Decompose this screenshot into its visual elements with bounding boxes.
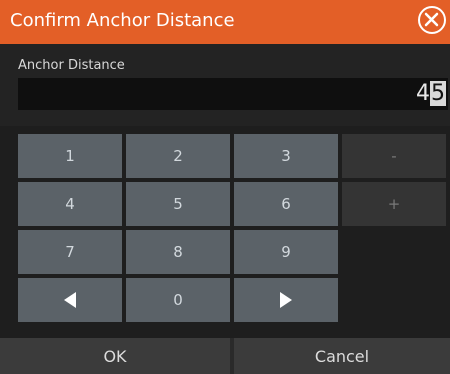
key-5[interactable]: 5	[126, 182, 230, 226]
key-right[interactable]	[234, 278, 338, 322]
key-2[interactable]: 2	[126, 134, 230, 178]
key-4[interactable]: 4	[18, 182, 122, 226]
footer-bar: OK Cancel	[0, 338, 450, 374]
key-8[interactable]: 8	[126, 230, 230, 274]
key-6[interactable]: 6	[234, 182, 338, 226]
dialog-title: Confirm Anchor Distance	[10, 10, 235, 31]
anchor-distance-value: 4 5	[416, 81, 446, 106]
anchor-distance-input[interactable]: 4 5	[18, 78, 448, 110]
key-left[interactable]	[18, 278, 122, 322]
close-icon[interactable]	[418, 6, 446, 34]
key-7[interactable]: 7	[18, 230, 122, 274]
title-bar: Confirm Anchor Distance	[0, 0, 450, 44]
key-minus[interactable]: -	[342, 134, 446, 178]
key-9[interactable]: 9	[234, 230, 338, 274]
close-x-icon	[424, 12, 439, 27]
cancel-button[interactable]: Cancel	[234, 338, 450, 374]
value-selected-digit: 5	[430, 81, 446, 106]
anchor-distance-label: Anchor Distance	[18, 58, 125, 73]
numeric-keypad: 1 2 3 - 4 5 6 + 7 8 9 0	[0, 126, 450, 338]
key-3[interactable]: 3	[234, 134, 338, 178]
key-plus[interactable]: +	[342, 182, 446, 226]
key-1[interactable]: 1	[18, 134, 122, 178]
confirm-anchor-distance-dialog: Confirm Anchor Distance Anchor Distance …	[0, 0, 450, 374]
value-prefix: 4	[416, 81, 430, 106]
key-0[interactable]: 0	[126, 278, 230, 322]
triangle-right-icon	[280, 292, 292, 308]
triangle-left-icon	[64, 292, 76, 308]
ok-button[interactable]: OK	[0, 338, 230, 374]
